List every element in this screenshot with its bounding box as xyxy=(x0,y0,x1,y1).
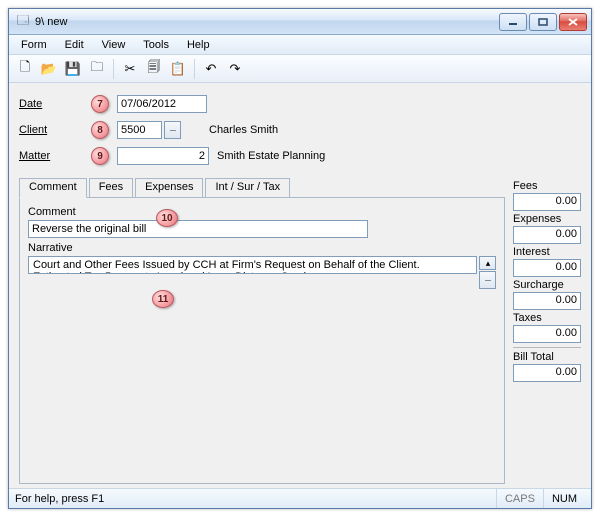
tab-intsurtax[interactable]: Int / Sur / Tax xyxy=(205,178,290,198)
row-date: Date 7 xyxy=(19,93,581,115)
comment-row: 10 xyxy=(28,220,496,238)
tab-expenses[interactable]: Expenses xyxy=(135,178,203,198)
tab-fees[interactable]: Fees xyxy=(89,178,133,198)
menubar: Form Edit View Tools Help xyxy=(9,35,591,55)
label-date: Date xyxy=(19,98,77,110)
statusbar: For help, press F1 CAPS NUM xyxy=(9,488,591,508)
label-side-interest: Interest xyxy=(513,246,581,258)
value-side-expenses: 0.00 xyxy=(513,226,581,244)
matter-name: Smith Estate Planning xyxy=(217,150,325,162)
label-side-fees: Fees xyxy=(513,180,581,192)
narrative-input[interactable] xyxy=(28,256,477,274)
client-code-input[interactable] xyxy=(117,121,162,139)
side-divider xyxy=(513,347,581,348)
label-side-taxes: Taxes xyxy=(513,312,581,324)
form-body: Date 7 Client 8 ··· Charles Smith Matter… xyxy=(9,83,591,488)
tabs: Comment Fees Expenses Int / Sur / Tax xyxy=(19,177,505,197)
side-panel: Fees 0.00 Expenses 0.00 Interest 0.00 Su… xyxy=(513,177,581,484)
narrative-up-button[interactable]: ▴ xyxy=(479,256,496,270)
client-lookup-button[interactable]: ··· xyxy=(164,121,181,139)
menu-form[interactable]: Form xyxy=(13,37,55,53)
label-side-total: Bill Total xyxy=(513,351,581,363)
copy-icon[interactable]: 🗐 xyxy=(144,59,164,79)
annotation-8: 8 xyxy=(91,121,109,139)
toolbar: 🗋 📂 💾 🗀 ✂ 🗐 📋 ↶ ↷ xyxy=(9,55,591,83)
status-help: For help, press F1 xyxy=(15,493,104,505)
status-caps: CAPS xyxy=(496,489,543,508)
titlebar: 🗔 9\ new xyxy=(9,9,591,35)
matter-code-input[interactable] xyxy=(117,147,209,165)
comment-input[interactable] xyxy=(28,220,368,238)
label-side-surcharge: Surcharge xyxy=(513,279,581,291)
toolbar-separator xyxy=(113,59,114,79)
app-window: 🗔 9\ new Form Edit View Tools Help 🗋 📂 💾… xyxy=(8,8,592,509)
narrative-container: ▴ ··· 11 xyxy=(28,256,496,475)
annotation-7: 7 xyxy=(91,95,109,113)
folder-icon[interactable]: 🗀 xyxy=(87,59,107,79)
tab-comment[interactable]: Comment xyxy=(19,178,87,198)
label-matter: Matter xyxy=(19,150,77,162)
app-icon: 🗔 xyxy=(15,14,31,30)
paste-icon[interactable]: 📋 xyxy=(168,59,188,79)
mid-row: Comment Fees Expenses Int / Sur / Tax Co… xyxy=(19,177,581,484)
undo-icon[interactable]: ↶ xyxy=(201,59,221,79)
menu-edit[interactable]: Edit xyxy=(57,37,92,53)
close-button[interactable] xyxy=(559,13,587,31)
label-side-expenses: Expenses xyxy=(513,213,581,225)
maximize-button[interactable] xyxy=(529,13,557,31)
menu-help[interactable]: Help xyxy=(179,37,218,53)
annotation-11: 11 xyxy=(152,290,174,308)
window-title: 9\ new xyxy=(35,16,499,28)
redo-icon[interactable]: ↷ xyxy=(225,59,245,79)
save-icon[interactable]: 💾 xyxy=(63,59,83,79)
label-narrative: Narrative xyxy=(28,242,496,254)
window-buttons xyxy=(499,13,587,31)
annotation-9: 9 xyxy=(91,147,109,165)
value-side-surcharge: 0.00 xyxy=(513,292,581,310)
new-icon[interactable]: 🗋 xyxy=(15,59,35,79)
label-client: Client xyxy=(19,124,77,136)
value-side-total: 0.00 xyxy=(513,364,581,382)
toolbar-separator xyxy=(194,59,195,79)
row-client: Client 8 ··· Charles Smith xyxy=(19,119,581,141)
label-comment: Comment xyxy=(28,206,496,218)
annotation-10: 10 xyxy=(156,209,178,227)
value-side-fees: 0.00 xyxy=(513,193,581,211)
status-num: NUM xyxy=(543,489,585,508)
menu-view[interactable]: View xyxy=(94,37,134,53)
value-side-taxes: 0.00 xyxy=(513,325,581,343)
left-panel: Comment Fees Expenses Int / Sur / Tax Co… xyxy=(19,177,505,484)
narrative-lookup-button[interactable]: ··· xyxy=(479,271,496,289)
open-icon[interactable]: 📂 xyxy=(39,59,59,79)
date-input[interactable] xyxy=(117,95,207,113)
cut-icon[interactable]: ✂ xyxy=(120,59,140,79)
client-name: Charles Smith xyxy=(209,124,278,136)
tab-body-comment: Comment 10 Narrative ▴ ··· 11 xyxy=(19,197,505,484)
menu-tools[interactable]: Tools xyxy=(135,37,177,53)
value-side-interest: 0.00 xyxy=(513,259,581,277)
minimize-button[interactable] xyxy=(499,13,527,31)
row-matter: Matter 9 Smith Estate Planning xyxy=(19,145,581,167)
